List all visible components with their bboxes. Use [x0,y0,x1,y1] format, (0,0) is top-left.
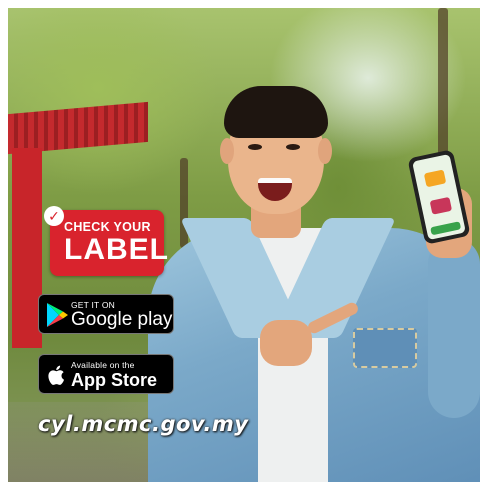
raised-arm [428,238,480,418]
app-store-name: App Store [71,370,158,390]
badge-line1: CHECK YOUR [64,220,151,234]
website-url: cyl.mcmc.gov.my [38,412,249,436]
eye [248,144,262,150]
app-store-button[interactable]: Available on the App Store [38,354,174,394]
hair [224,86,328,138]
app-icon [423,169,447,188]
check-your-label-badge: ✓ CHECK YOUR LABEL [44,206,168,276]
jacket-pocket [353,328,417,368]
badge-line2: LABEL [64,233,169,266]
apple-icon [48,365,64,385]
pointing-hand [260,320,312,366]
ear [220,138,234,164]
google-play-name: Google play [71,309,173,330]
app-bottom-bar [430,221,462,236]
ear [318,138,332,164]
ad-banner: ✓ CHECK YOUR LABEL GET IT ON Google play… [8,8,480,482]
google-play-button[interactable]: GET IT ON Google play [38,294,174,334]
app-icon [429,196,453,215]
eye [286,144,300,150]
google-play-icon [47,303,68,327]
checkmark-icon: ✓ [44,206,64,226]
